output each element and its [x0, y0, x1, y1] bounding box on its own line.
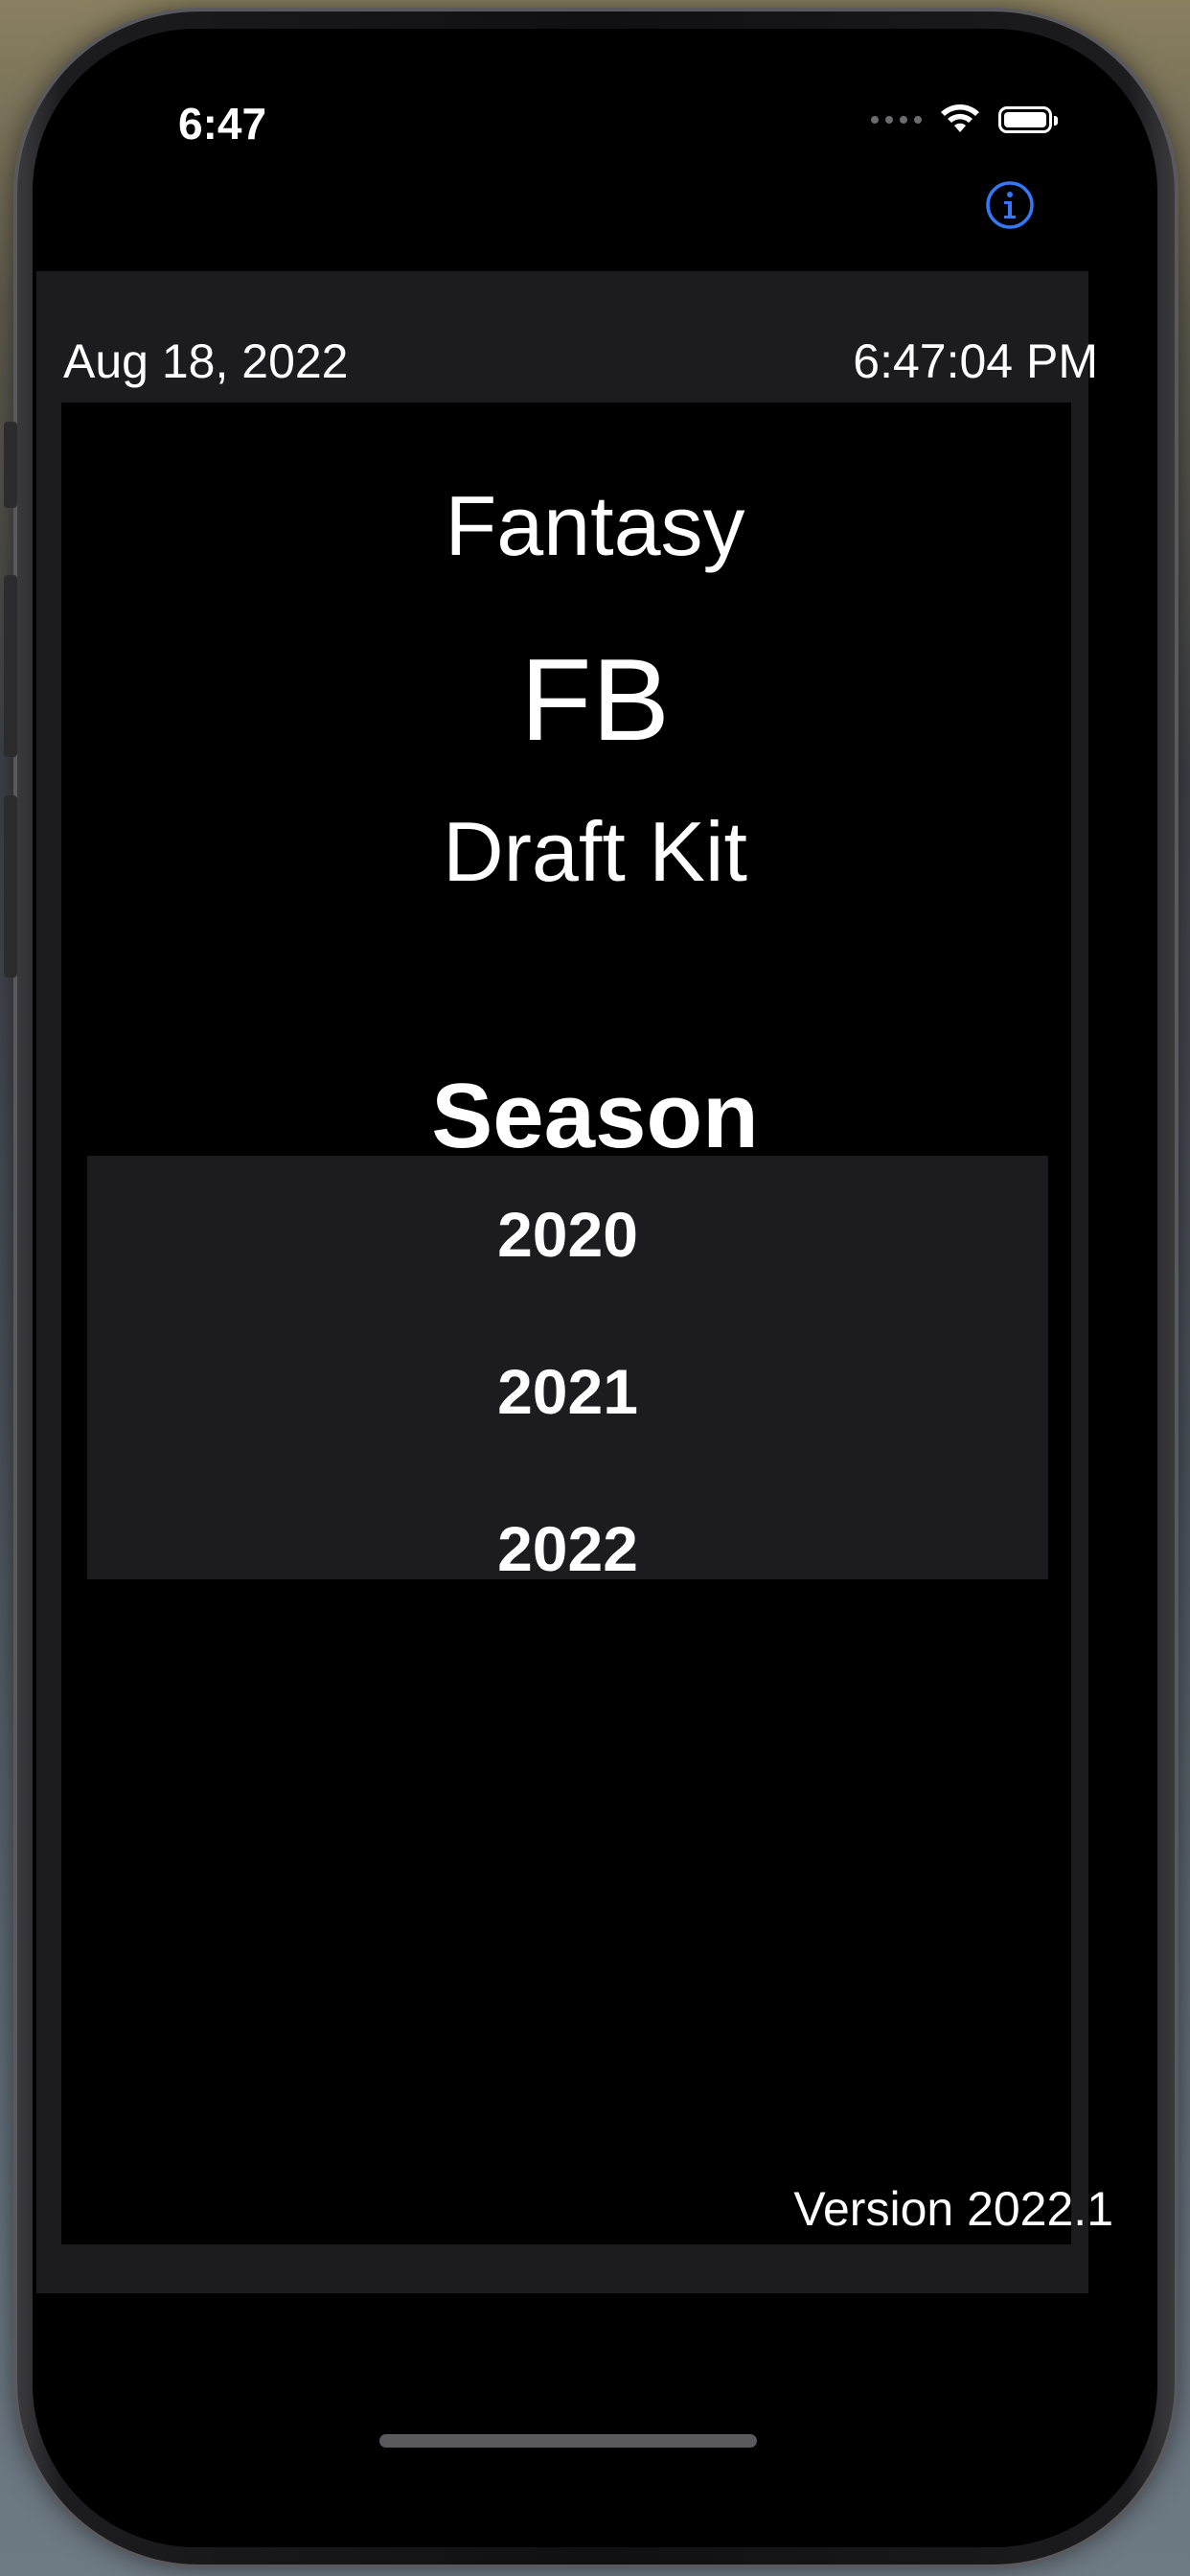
battery-icon — [998, 106, 1058, 133]
app-title-line-2: FB — [520, 634, 670, 765]
home-indicator[interactable] — [379, 2434, 757, 2448]
status-icons — [871, 104, 1058, 136]
version-label: Version 2022.1 — [793, 2182, 1113, 2236]
current-date: Aug 18, 2022 — [63, 334, 349, 388]
season-option[interactable]: 2022 — [87, 1512, 1048, 1579]
signal-dots-icon — [871, 116, 922, 124]
season-option[interactable]: 2021 — [87, 1355, 1048, 1428]
status-time: 6:47 — [178, 99, 267, 149]
season-label: Season — [431, 1065, 759, 1167]
season-option[interactable]: 2020 — [87, 1198, 1048, 1271]
season-picker[interactable]: 2020 2021 2022 — [87, 1156, 1048, 1579]
app-title-line-1: Fantasy — [445, 478, 745, 573]
current-time: 6:47:04 PM — [853, 334, 1098, 388]
wifi-icon — [941, 104, 979, 132]
info-icon[interactable] — [985, 180, 1035, 230]
app-title-line-3: Draft Kit — [443, 804, 747, 899]
